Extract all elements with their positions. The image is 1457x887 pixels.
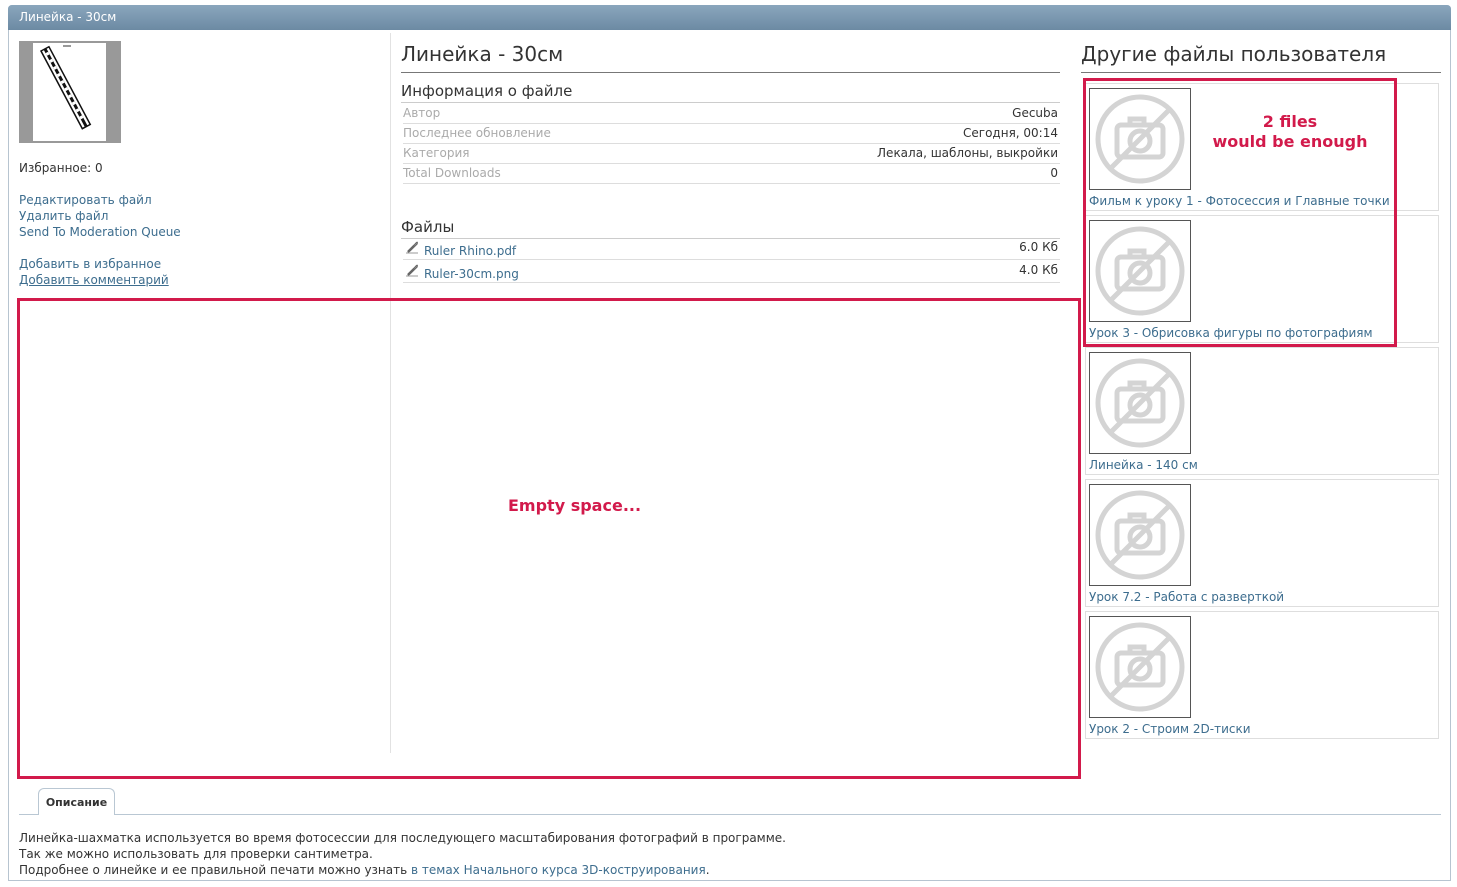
description-line: Подробнее о линейке и ее правильной печа… (19, 863, 710, 877)
info-row-updated: Последнее обновление Сегодня, 00:14 (403, 123, 1060, 144)
file-row: Ruler Rhino.pdf 6.0 Кб (403, 237, 1060, 260)
info-row-author: Автор Gecuba (403, 103, 1060, 124)
info-label: Категория (403, 146, 470, 160)
other-file-link[interactable]: Урок 7.2 - Работа с разверткой (1089, 590, 1284, 604)
description-line: Линейка-шахматка используется во время ф… (19, 831, 786, 845)
camera-slash-icon (1095, 490, 1185, 580)
annotation-box-empty (17, 298, 1081, 779)
tab-description[interactable]: Описание (38, 788, 115, 815)
other-file-link[interactable]: Урок 2 - Строим 2D-тиски (1089, 722, 1251, 736)
file-size: 6.0 Кб (1019, 240, 1058, 254)
other-files-title: Другие файлы пользователя (1081, 42, 1441, 73)
info-value: 0 (1050, 166, 1058, 180)
window-title: Линейка - 30см (8, 5, 1451, 30)
info-value: Сегодня, 00:14 (963, 126, 1058, 140)
attachment-icon (406, 241, 418, 254)
camera-slash-icon (1095, 358, 1185, 448)
annotation-files-note: 2 files would be enough (1190, 112, 1390, 152)
author-link[interactable]: Gecuba (1012, 103, 1058, 123)
file-size: 4.0 Кб (1019, 263, 1058, 277)
other-file-card[interactable]: Урок 2 - Строим 2D-тиски (1085, 611, 1439, 739)
info-row-downloads: Total Downloads 0 (403, 163, 1060, 184)
edit-file-link[interactable]: Редактировать файл (19, 193, 152, 207)
info-row-category: Категория Лекала, шаблоны, выкройки (403, 143, 1060, 164)
other-file-card[interactable]: Линейка - 140 см (1085, 347, 1439, 475)
info-label: Автор (403, 106, 441, 120)
course-link[interactable]: в темах Начального курса 3D-коструирован… (411, 863, 706, 877)
files-heading: Файлы (401, 218, 1060, 239)
file-link[interactable]: Ruler-30cm.png (424, 267, 519, 281)
annotation-line-1: 2 files (1262, 112, 1318, 131)
other-file-link[interactable]: Линейка - 140 см (1089, 458, 1198, 472)
category-link[interactable]: Лекала, шаблоны, выкройки (877, 143, 1058, 163)
no-image-icon[interactable] (1089, 484, 1191, 586)
camera-slash-icon (1095, 622, 1185, 712)
description-line: Так же можно использовать для проверки с… (19, 847, 373, 861)
attachment-icon (406, 264, 418, 277)
other-file-card[interactable]: Урок 7.2 - Работа с разверткой (1085, 479, 1439, 607)
favorites-count: Избранное: 0 (19, 161, 103, 175)
description-text: . (705, 863, 710, 877)
no-image-icon[interactable] (1089, 352, 1191, 454)
tab-bar-line (19, 814, 1441, 815)
delete-file-link[interactable]: Удалить файл (19, 209, 108, 223)
annotation-empty-note: Empty space... (508, 496, 642, 515)
info-label: Последнее обновление (403, 126, 551, 140)
file-link[interactable]: Ruler Rhino.pdf (424, 244, 516, 258)
annotation-line-2: would be enough (1212, 132, 1368, 151)
ruler-image (39, 45, 92, 130)
page-title: Линейка - 30см (401, 42, 1060, 73)
file-thumbnail[interactable] (19, 41, 121, 143)
description-text: Подробнее о линейке и ее правильной печа… (19, 863, 412, 877)
info-heading: Информация о файле (401, 82, 1060, 103)
file-row: Ruler-30cm.png 4.0 Кб (403, 260, 1060, 283)
send-moderation-link[interactable]: Send To Moderation Queue (19, 225, 181, 239)
add-favorite-link[interactable]: Добавить в избранное (19, 257, 161, 271)
add-comment-link[interactable]: Добавить комментарий (19, 273, 169, 287)
no-image-icon[interactable] (1089, 616, 1191, 718)
info-label: Total Downloads (403, 166, 501, 180)
